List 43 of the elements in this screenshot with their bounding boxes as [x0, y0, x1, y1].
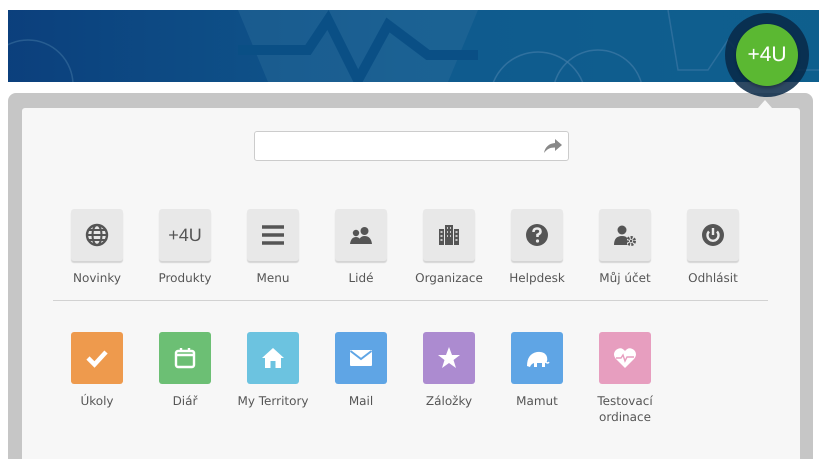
- app-tile[interactable]: [687, 209, 739, 261]
- app-tile[interactable]: [423, 332, 475, 384]
- app-tile[interactable]: [71, 209, 123, 261]
- app-label[interactable]: Menu: [233, 270, 313, 286]
- app-tile[interactable]: [511, 209, 563, 261]
- app-label[interactable]: Produkty: [145, 270, 225, 286]
- app-tile[interactable]: [247, 332, 299, 384]
- app-label[interactable]: Úkoly: [57, 393, 137, 409]
- app-label[interactable]: Diář: [145, 393, 225, 409]
- star-icon: [436, 346, 462, 370]
- app-tile[interactable]: [599, 332, 651, 384]
- app-tile[interactable]: [599, 209, 651, 261]
- app-tile[interactable]: [335, 209, 387, 261]
- help-icon: [524, 223, 550, 247]
- search-field[interactable]: [254, 131, 568, 161]
- app-label[interactable]: Lidé: [321, 270, 401, 286]
- app-label[interactable]: Testovací ordinace: [585, 393, 665, 425]
- app-tile[interactable]: [247, 209, 299, 261]
- app-tile[interactable]: +4U: [159, 209, 211, 261]
- app-label[interactable]: Mail: [321, 393, 401, 409]
- app-tile[interactable]: [335, 332, 387, 384]
- heart-pulse-icon: [612, 346, 638, 370]
- app-label[interactable]: Záložky: [409, 393, 489, 409]
- app-label[interactable]: Organizace: [409, 270, 489, 286]
- app-label[interactable]: Můj účet: [585, 270, 665, 286]
- house-icon: [260, 346, 286, 370]
- user-gear-icon: [612, 223, 638, 247]
- app-tile[interactable]: [423, 209, 475, 261]
- app-label[interactable]: Odhlásit: [673, 270, 753, 286]
- menu-icon: [260, 223, 286, 247]
- share-icon[interactable]: [544, 139, 562, 153]
- building-icon: [436, 223, 462, 247]
- power-icon: [700, 223, 726, 247]
- app-tile[interactable]: [71, 332, 123, 384]
- app-tile[interactable]: [159, 332, 211, 384]
- calendar-icon: [172, 346, 198, 370]
- logo-glyph: +4U: [168, 224, 202, 246]
- app-label[interactable]: Mamut: [497, 393, 577, 409]
- app-label[interactable]: My Territory: [233, 393, 313, 409]
- app-label[interactable]: Novinky: [57, 270, 137, 286]
- app-tile[interactable]: [511, 332, 563, 384]
- app-label[interactable]: Helpdesk: [497, 270, 577, 286]
- globe-icon: [84, 223, 110, 247]
